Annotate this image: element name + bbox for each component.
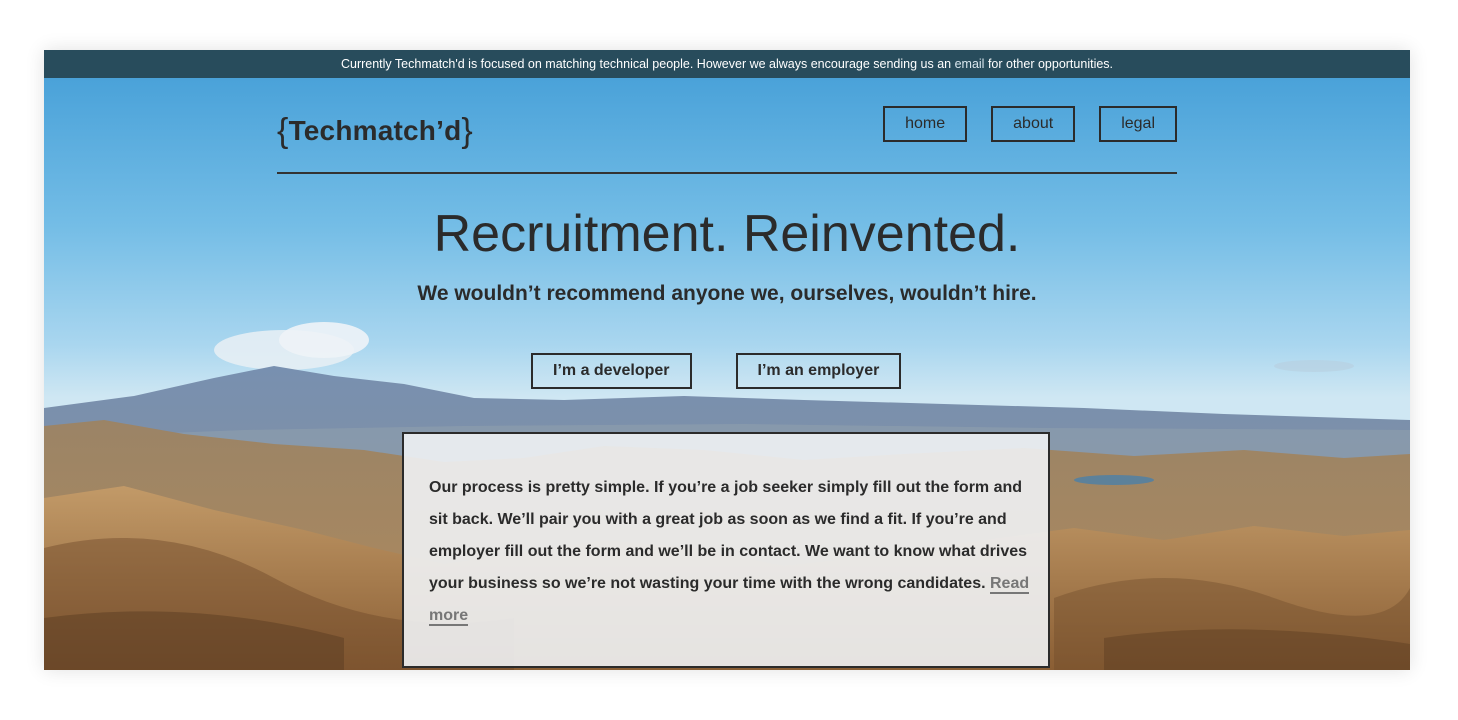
developer-button[interactable]: I’m a developer [531,353,692,389]
nav-legal-link[interactable]: legal [1099,106,1177,142]
process-info-box: Our process is pretty simple. If you’re … [402,432,1050,668]
logo-close-brace: } [461,112,473,150]
process-description: Our process is pretty simple. If you’re … [429,472,1039,632]
site-logo[interactable]: {Techmatch’d} [277,110,473,150]
process-body-text: Our process is pretty simple. If you’re … [429,479,1028,592]
main-nav: home about legal [883,106,1177,142]
hero-headline: Recruitment. Reinvented. [433,205,1021,263]
nav-about-link[interactable]: about [991,106,1076,142]
browser-viewport: Currently Techmatch'd is focused on matc… [44,50,1410,670]
site-header: {Techmatch’d} home about legal [277,106,1177,174]
cta-buttons: I’m a developer I’m an employer [531,353,902,389]
employer-button[interactable]: I’m an employer [735,353,902,389]
hero-subhead: We wouldn’t recommend anyone we, ourselv… [417,282,1037,305]
announcement-banner: Currently Techmatch'd is focused on matc… [44,50,1410,78]
logo-text: Techmatch’d [288,115,462,146]
banner-text-after: for other opportunities. [984,57,1114,71]
banner-text-before: Currently Techmatch'd is focused on matc… [340,57,955,71]
banner-email-link[interactable]: email [955,57,985,71]
logo-open-brace: { [277,112,289,150]
hero-section: {Techmatch’d} home about legal Recruitme… [44,78,1410,670]
nav-home-link[interactable]: home [883,106,968,142]
